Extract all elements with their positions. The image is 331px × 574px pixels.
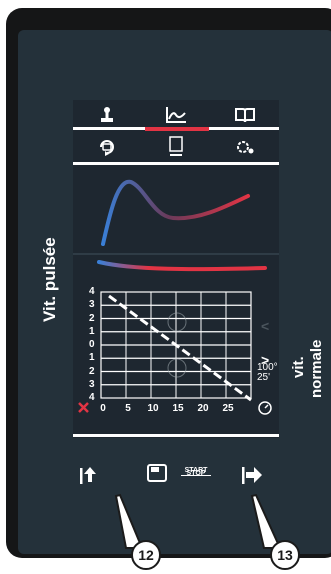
second-tab-row: [73, 132, 279, 162]
graph-divider: [73, 434, 279, 437]
y-tick-label: 4: [89, 392, 95, 403]
tab-pressure[interactable]: [73, 100, 142, 130]
pressure-gauge-icon: [101, 107, 114, 122]
tab-document[interactable]: [142, 132, 211, 162]
curve-chart-icon: [166, 107, 186, 123]
save-floppy-icon: [147, 464, 167, 482]
cancel-x-icon[interactable]: [78, 402, 89, 413]
x-tick-label: 25: [222, 403, 234, 414]
y-tick-label: 1: [89, 325, 95, 337]
tab-cycle[interactable]: [73, 132, 142, 162]
tab-book[interactable]: [210, 100, 279, 130]
y-tick-label: 3: [89, 299, 95, 311]
tab-settings[interactable]: [210, 132, 279, 162]
x-tick-label: 0: [100, 403, 106, 414]
bottom-controls: START STOP: [73, 460, 279, 530]
tab-divider-bottom: [73, 162, 279, 165]
prev-arrow[interactable]: <: [261, 318, 269, 334]
right-side-label-line2: normale: [308, 339, 325, 398]
x-tick-label: 5: [125, 403, 131, 414]
settings-gear-icon: [236, 141, 254, 154]
y-tick-label: 0: [89, 339, 95, 350]
time-label: 25': [257, 372, 271, 383]
y-tick-label: 3: [89, 378, 95, 390]
clock-icon: [258, 401, 272, 415]
x-tick-label: 20: [197, 403, 209, 414]
next-arrow[interactable]: >: [261, 352, 269, 368]
document-icon: [169, 136, 183, 156]
save-button[interactable]: [147, 464, 167, 487]
normal-speed-icon: [242, 467, 262, 484]
normal-speed-button[interactable]: [241, 464, 263, 491]
watermark-icon: [167, 358, 187, 378]
y-tick-label: 2: [89, 365, 95, 377]
y-tick-label: 2: [89, 312, 95, 324]
x-tick-label: 10: [147, 403, 159, 414]
speed-graph: [78, 291, 272, 415]
refresh-cycle-icon: [100, 140, 115, 156]
active-tab-indicator: [145, 127, 209, 131]
right-side-label-line1: vit.: [290, 356, 307, 378]
book-icon: [234, 108, 255, 123]
pulsed-speed-icon: [80, 467, 96, 484]
top-tab-row: [73, 100, 279, 130]
y-tick-label: 1: [89, 352, 95, 364]
callout-13: 13: [270, 540, 300, 570]
stop-label: STOP: [186, 470, 206, 477]
left-side-label: Vit. pulsée: [40, 237, 59, 322]
pulsed-speed-button[interactable]: [79, 464, 97, 491]
callout-12: 12: [131, 540, 161, 570]
watermark-icon: [167, 312, 187, 332]
display-screen: 432101234 0 5 10 15 20 25 100° 25' > < START …: [73, 100, 279, 484]
x-tick-label: 15: [172, 403, 184, 414]
tab-curve[interactable]: [142, 100, 211, 130]
y-tick-label: 4: [89, 286, 95, 297]
